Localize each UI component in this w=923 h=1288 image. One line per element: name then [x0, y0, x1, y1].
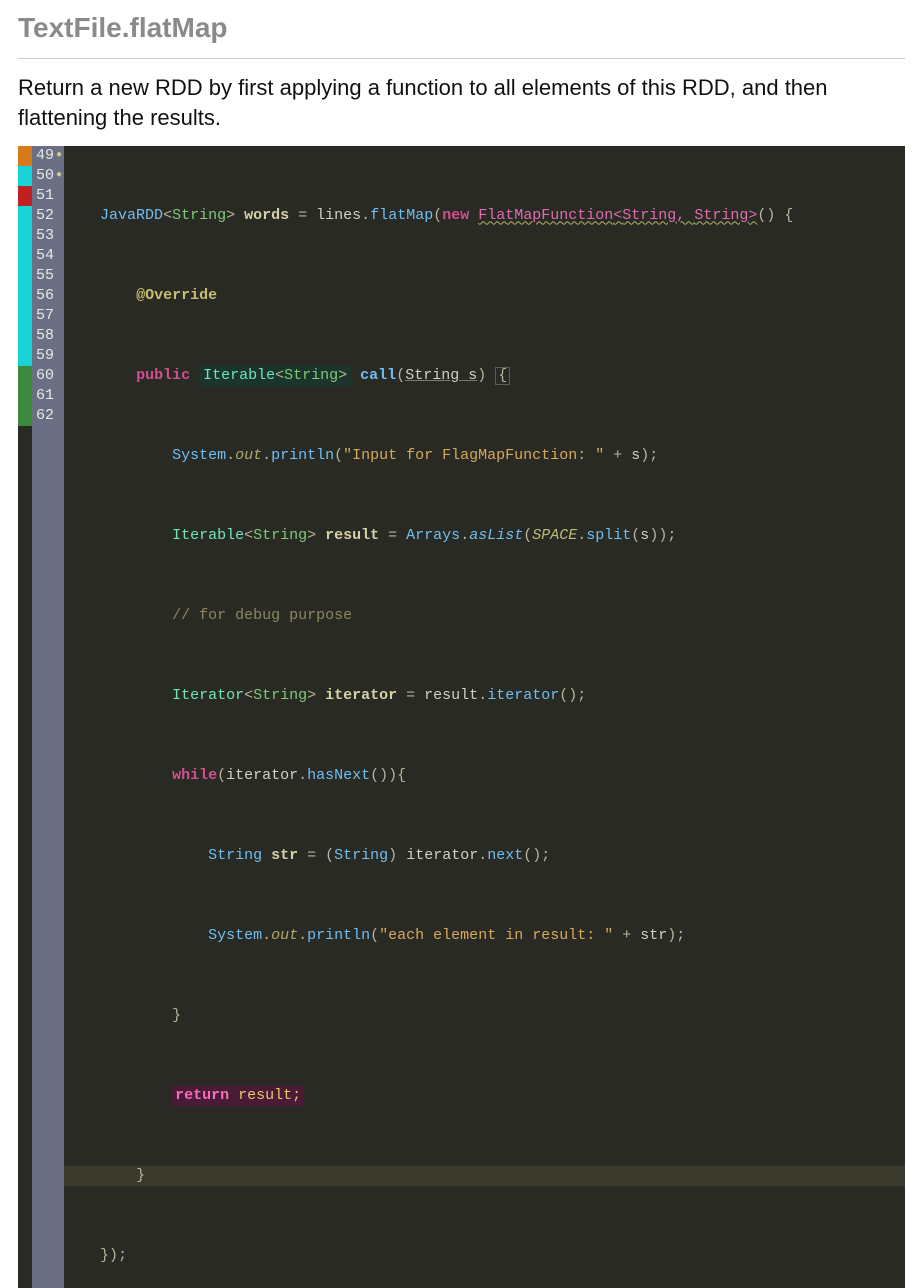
gutter-mark — [18, 306, 32, 326]
code-line: } — [64, 1166, 905, 1186]
code-line: return result; — [64, 1086, 905, 1106]
line-number: 60 — [36, 366, 54, 386]
gutter-mark — [18, 166, 32, 186]
divider — [18, 58, 905, 59]
code-line: System.out.println("Input for FlagMapFun… — [64, 446, 905, 466]
code-line: public Iterable<String> call(String s) { — [64, 366, 905, 386]
line-number: 51 — [36, 186, 54, 206]
line-numbers: 49● 50● 51 52 53 54 55 56 57 58 59 60 61… — [32, 146, 64, 1288]
gutter-mark — [18, 346, 32, 366]
gutter-mark — [18, 206, 32, 226]
gutter-mark — [18, 146, 32, 166]
line-number: 55 — [36, 266, 54, 286]
gutter-marks — [18, 146, 32, 1288]
code-line: // for debug purpose — [64, 606, 905, 626]
code-line: String str = (String) iterator.next(); — [64, 846, 905, 866]
line-number: 52 — [36, 206, 54, 226]
gutter-mark — [18, 246, 32, 266]
line-number: 53 — [36, 226, 54, 246]
fold-brace: { — [495, 367, 510, 385]
code-line: @Override — [64, 286, 905, 306]
gutter-mark — [18, 226, 32, 246]
code-line: JavaRDD<String> words = lines.flatMap(ne… — [64, 206, 905, 226]
code-content: JavaRDD<String> words = lines.flatMap(ne… — [64, 146, 905, 1288]
line-number: 49 — [36, 146, 54, 166]
page-title: TextFile.flatMap — [18, 12, 905, 44]
code-line: Iterable<String> result = Arrays.asList(… — [64, 526, 905, 546]
line-number: 57 — [36, 306, 54, 326]
description-text: Return a new RDD by first applying a fun… — [18, 73, 905, 132]
gutter-mark — [18, 406, 32, 426]
line-number: 61 — [36, 386, 54, 406]
gutter-mark — [18, 286, 32, 306]
gutter-mark — [18, 186, 32, 206]
gutter-mark — [18, 386, 32, 406]
line-number: 54 — [36, 246, 54, 266]
gutter-mark — [18, 266, 32, 286]
code-editor: 49● 50● 51 52 53 54 55 56 57 58 59 60 61… — [18, 146, 905, 1288]
line-number: 59 — [36, 346, 54, 366]
code-line: }); — [64, 1246, 905, 1266]
gutter-mark — [18, 326, 32, 346]
gutter-mark — [18, 366, 32, 386]
code-line: while(iterator.hasNext()){ — [64, 766, 905, 786]
code-line: System.out.println("each element in resu… — [64, 926, 905, 946]
line-number: 62 — [36, 406, 54, 426]
code-line: } — [64, 1006, 905, 1026]
line-number: 50 — [36, 166, 54, 186]
line-number: 56 — [36, 286, 54, 306]
line-number: 58 — [36, 326, 54, 346]
code-line: Iterator<String> iterator = result.itera… — [64, 686, 905, 706]
